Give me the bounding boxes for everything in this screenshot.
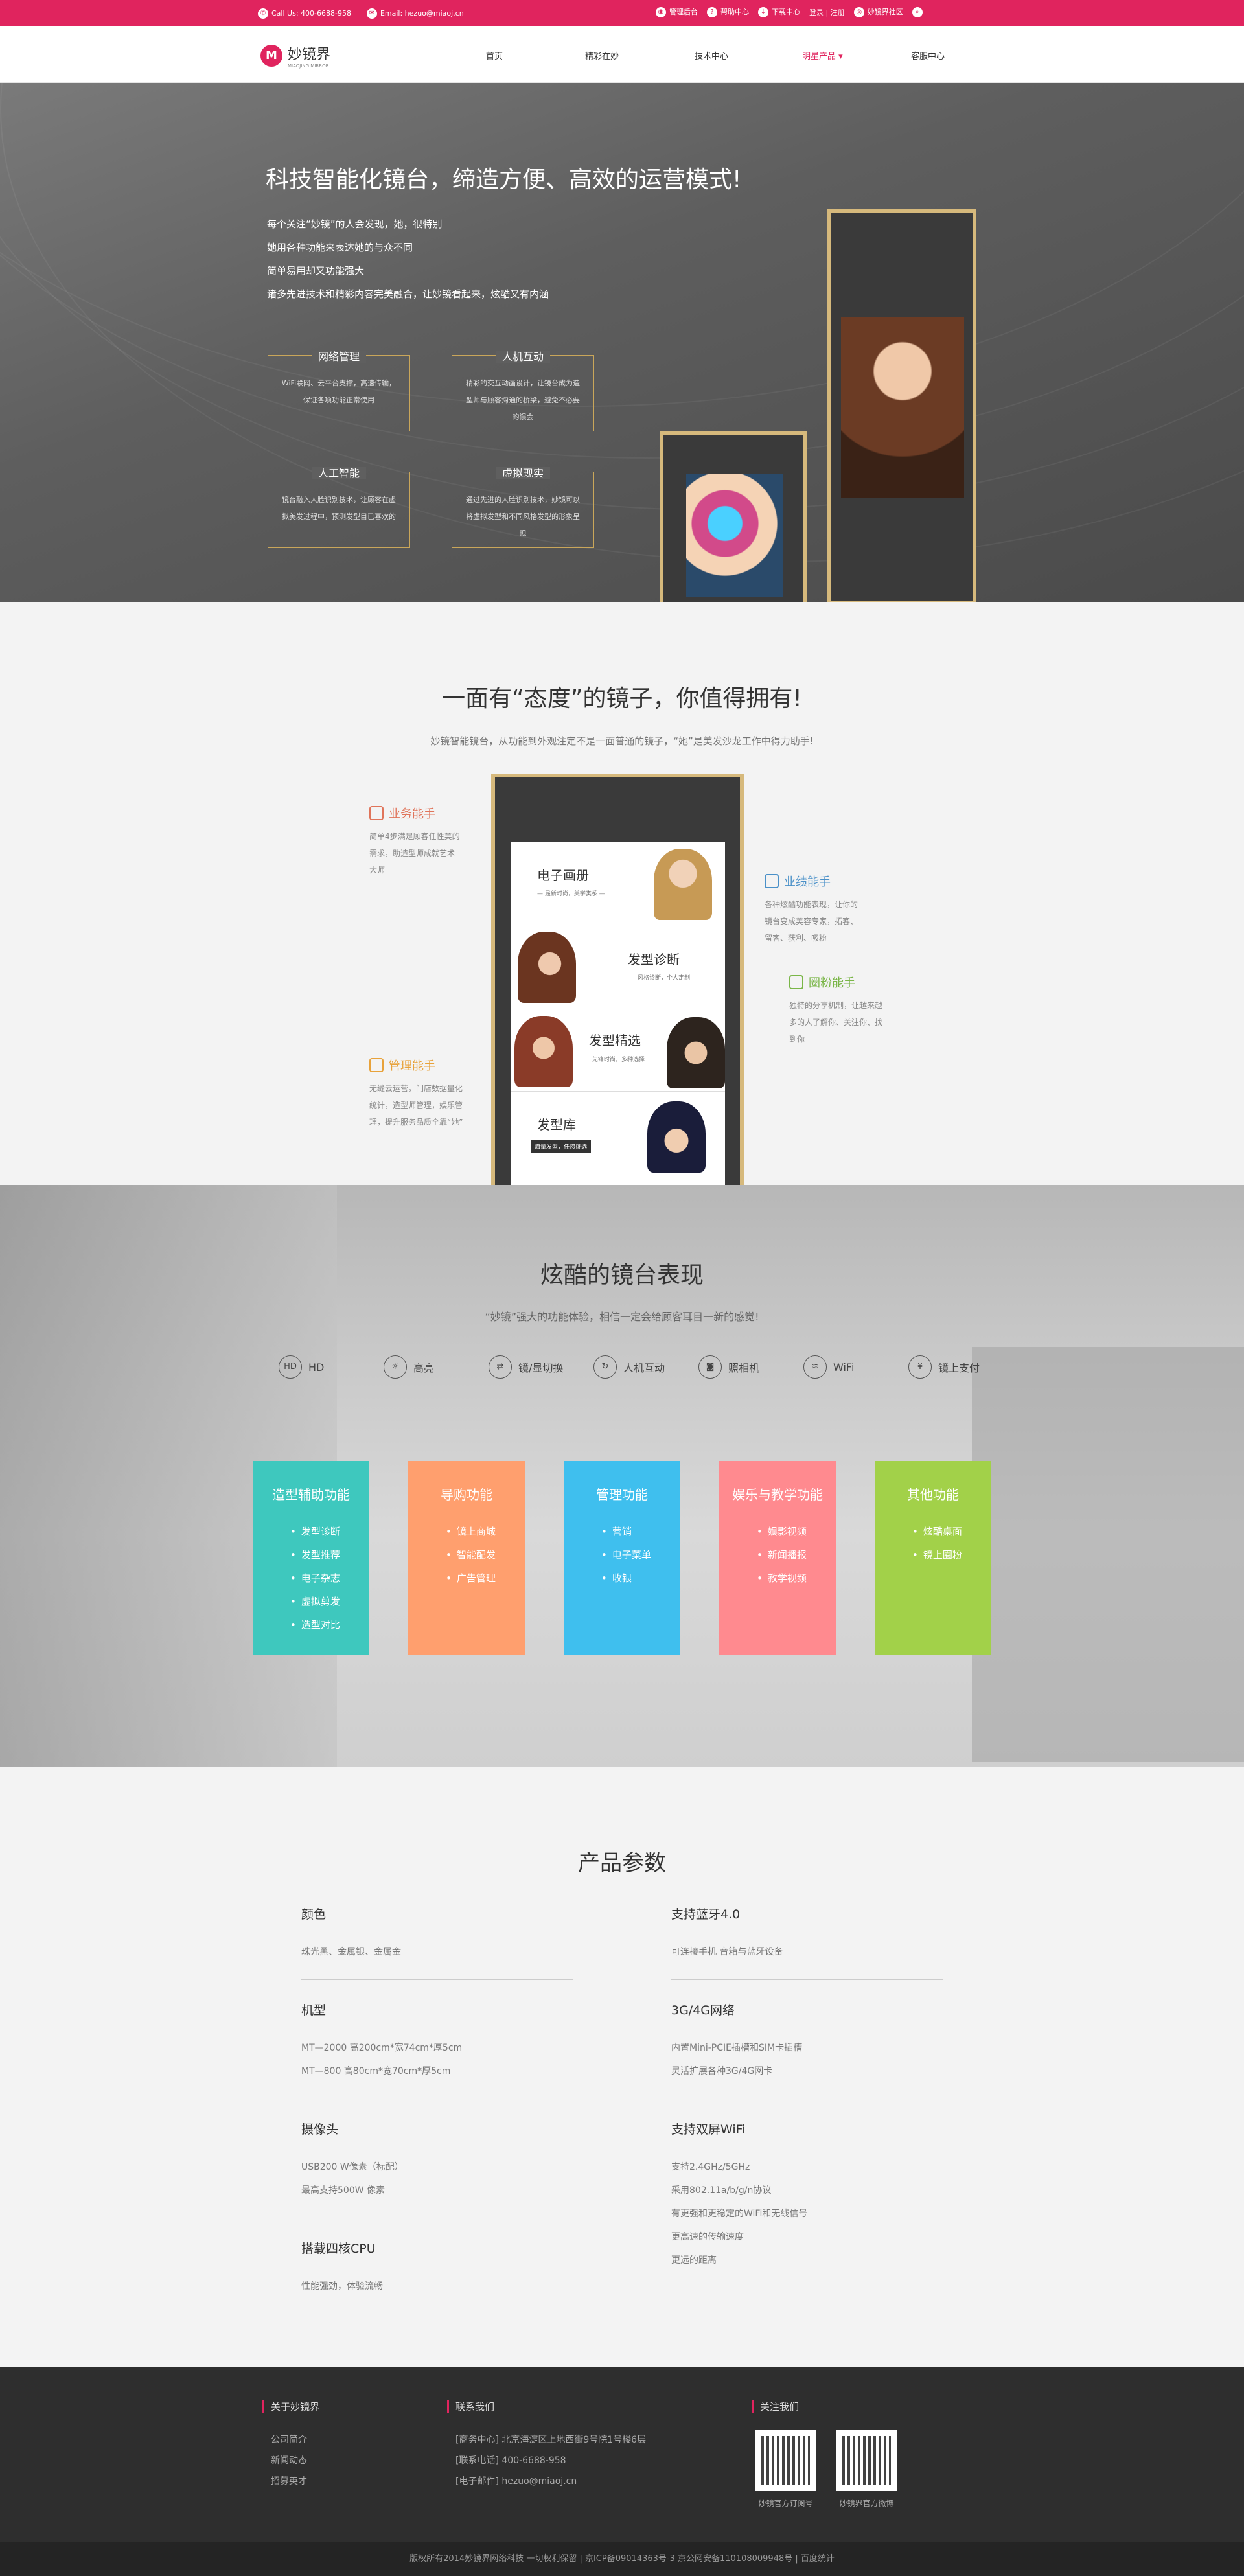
card-entertainment[interactable]: 娱乐与教学功能 娱影视频新闻播报教学视频: [719, 1461, 836, 1655]
feature-hd: HD HD: [279, 1355, 384, 1379]
interaction-icon: ↻: [593, 1355, 617, 1379]
help-link[interactable]: ? 帮助中心: [707, 6, 749, 17]
phone-info: ✆ Call Us: 400-6688-958: [258, 8, 351, 19]
card-other[interactable]: 其他功能 炫酷桌面镜上圈粉: [875, 1461, 991, 1655]
qr-code-subscription: [755, 2430, 816, 2491]
performance-title: 炫酷的镜台表现: [540, 1262, 704, 1289]
card-styling-assist[interactable]: 造型辅助功能 发型诊断发型推荐电子杂志虚拟剪发造型对比: [253, 1461, 369, 1655]
admin-icon: ◉: [656, 7, 666, 17]
param-wifi: 支持双屏WiFi 支持2.4GHz/5GHz 采用802.11a/b/g/n协议 有更…: [671, 2112, 943, 2288]
nav-item-service[interactable]: 客服中心: [911, 49, 945, 62]
feature-wifi: ≋ WiFi: [803, 1355, 908, 1379]
footer-contact: 联系我们 [商务中心] 北京海淀区上地西街9号院1号楼6层 [联系电话] 400…: [447, 2400, 646, 2492]
main-nav: M 妙镜界 MIAOJING MIRROR 首页 精彩在妙 技术中心 明星产品 …: [0, 26, 1244, 108]
feature-business: 业务能手 简单4步满足顾客任性美的需求，助造型师成就艺术大师: [369, 806, 460, 875]
nav-item-products[interactable]: 明星产品 ▾: [802, 49, 843, 62]
feature-switch: ⇄ 镜/显切换: [489, 1355, 593, 1379]
param-color: 颜色 珠光黑、金属银、金属金: [301, 1897, 573, 1980]
attitude-title: 一面有“态度”的镜子，你值得拥有!: [442, 685, 802, 712]
hd-icon: HD: [279, 1355, 302, 1379]
params-section: 产品参数 颜色 珠光黑、金属银、金属金 机型 MT—2000 高200cm*宽74c…: [0, 1767, 1244, 2367]
users-icon: [789, 975, 803, 989]
nav-item-tech[interactable]: 技术中心: [695, 49, 728, 62]
footer-link-company[interactable]: 公司简介: [262, 2430, 319, 2450]
nav-item-highlights[interactable]: 精彩在妙: [585, 49, 619, 62]
card-shopping-guide[interactable]: 导购功能 镜上商城智能配发广告管理: [408, 1461, 525, 1655]
hero-title: 科技智能化镜台，缔造方便、高效的运营模式!: [266, 167, 742, 193]
params-left-column: 颜色 珠光黑、金属银、金属金 机型 MT—2000 高200cm*宽74cm*厚5c…: [301, 1897, 573, 2327]
feature-icons-row: HD HD ☼ 高亮 ⇄ 镜/显切换 ↻ 人机互动 ◙ 照相机 ≋ WiFi ¥ 镜上支付: [279, 1355, 1013, 1379]
community-icon: ◎: [853, 7, 864, 17]
panel-hair-library: 发型库 海量发型，任您挑选: [511, 1095, 725, 1176]
wifi-icon: ≋: [803, 1355, 827, 1379]
params-title: 产品参数: [578, 1850, 666, 1876]
top-bar: ✆ Call Us: 400-6688-958 ✉ Email: hezuo@mia…: [0, 0, 1244, 26]
footer-about: 关于妙镜界 公司简介 新闻动态 招募英才: [262, 2400, 319, 2492]
mirror-screen: 电子画册 — 最新时尚，美学类系 — 发型诊断 风格诊断，个人定制 发型精选 先…: [511, 842, 725, 1195]
panel-hair-diagnosis: 发型诊断 风格诊断，个人定制: [511, 926, 725, 1007]
mirror-large-image: [827, 209, 976, 602]
footer: 关于妙镜界 公司简介 新闻动态 招募英才 联系我们 [商务中心] 北京海淀区上地…: [0, 2367, 1244, 2542]
gear-icon: [369, 1058, 384, 1072]
performance-section: 炫酷的镜台表现 “妙镜”强大的功能体验，相信一定会给顾客耳目一新的感觉! HD H…: [0, 1185, 1244, 1767]
feature-performance: 业绩能手 各种炫酷功能表现，让你的镜台变成美容专家，拓客、留客、获利、吸粉: [765, 874, 858, 943]
camera-icon: ◙: [698, 1355, 722, 1379]
community-link[interactable]: ◎ 妙镜界社区: [853, 6, 903, 17]
switch-icon: ⇄: [489, 1355, 512, 1379]
feature-interaction: ↻ 人机互动: [593, 1355, 698, 1379]
panel-hair-selection: 发型精选 先锋时尚，多种选择: [511, 1011, 725, 1092]
admin-link[interactable]: ◉ 管理后台: [656, 6, 698, 17]
hero-box-network: 网络管理 WiFi联网、云平台支撑，高速传输，保证各项功能正常使用: [268, 351, 410, 431]
login-register-link[interactable]: 登录 | 注册: [809, 7, 845, 17]
param-cpu: 搭载四核CPU 性能强劲，体验流畅: [301, 2231, 573, 2314]
performance-subtitle: “妙镜”强大的功能体验，相信一定会给顾客耳目一新的感觉!: [485, 1311, 759, 1323]
document-icon: [369, 806, 384, 820]
param-network: 3G/4G网络 内置Mini-PCIE插槽和SIM卡插槽 灵活扩展各种3G/4G网卡: [671, 1993, 943, 2099]
mirror-device: 电子画册 — 最新时尚，美学类系 — 发型诊断 风格诊断，个人定制 发型精选 先…: [491, 774, 744, 1195]
qr-code-weibo: [836, 2430, 897, 2491]
phone-icon: ✆: [258, 8, 268, 19]
feature-fans: 圈粉能手 独特的分享机制，让越来越多的人了解你、关注你、找到你: [789, 975, 883, 1044]
mail-icon: ✉: [366, 8, 377, 19]
hero-box-ai: 人工智能 镜台融入人脸识别技术，让顾客在虚拟美发过程中，预测发型目已喜欢的: [268, 467, 410, 548]
hero-box-vr: 虚拟现实 通过先进的人脸识别技术，妙镜可以将虚拟发型和不同风格发型的形象呈现: [452, 467, 594, 548]
params-right-column: 支持蓝牙4.0 可连接手机 音箱与蓝牙设备 3G/4G网络 内置Mini-PCIE插…: [671, 1897, 943, 2301]
payment-icon: ¥: [908, 1355, 932, 1379]
email-info: ✉ Email: hezuo@miaoj.cn: [366, 8, 464, 19]
nav-item-home[interactable]: 首页: [486, 49, 503, 62]
hero-box-interaction: 人机互动 精彩的交互动画设计，让镜台成为造型师与顾客沟通的桥梁，避免不必要的误会: [452, 351, 594, 431]
help-icon: ?: [707, 7, 717, 17]
card-management[interactable]: 管理功能 营销电子菜单收银: [564, 1461, 680, 1655]
param-bluetooth: 支持蓝牙4.0 可连接手机 音箱与蓝牙设备: [671, 1897, 943, 1980]
attitude-section: 一面有“态度”的镜子，你值得拥有! 妙镜智能镜台，从功能到外观注定不是一面普通的…: [0, 602, 1244, 1195]
chart-icon: [765, 874, 779, 888]
search-icon[interactable]: ⌕: [912, 6, 923, 17]
footer-follow: 关注我们 妙镜官方订阅号 妙镜界官方微博: [752, 2400, 897, 2509]
hero-section: 科技智能化镜台，缔造方便、高效的运营模式! 每个关注“妙镜”的人会发现，她，很特…: [0, 83, 1244, 602]
mirror-small-image: [660, 431, 807, 602]
footer-link-jobs[interactable]: 招募英才: [262, 2471, 319, 2492]
brightness-icon: ☼: [384, 1355, 407, 1379]
download-link[interactable]: ↓ 下载中心: [758, 6, 800, 17]
param-camera: 摄像头 USB200 W像素（标配） 最高支持500W 像素: [301, 2112, 573, 2218]
panel-e-album: 电子画册 — 最新时尚，美学类系 —: [511, 842, 725, 923]
copyright-bar: 版权所有2014妙镜界网络科技 一切权利保留 | 京ICP备09014363号-…: [0, 2542, 1244, 2576]
param-model: 机型 MT—2000 高200cm*宽74cm*厚5cm MT—800 高80cm*…: [301, 1993, 573, 2099]
hero-description: 每个关注“妙镜”的人会发现，她，很特别 她用各种功能来表达她的与众不同 简单易用…: [267, 218, 549, 300]
download-icon: ↓: [758, 7, 768, 17]
feature-brightness: ☼ 高亮: [384, 1355, 489, 1379]
feature-management: 管理能手 无缝云运营，门店数据量化统计，造型师管理，娱乐管理，提升服务品质全靠“…: [369, 1058, 463, 1127]
footer-link-news[interactable]: 新闻动态: [262, 2450, 319, 2471]
logo[interactable]: M 妙镜界 MIAOJING MIRROR: [260, 43, 330, 69]
feature-camera: ◙ 照相机: [698, 1355, 803, 1379]
logo-mark-icon: M: [260, 45, 282, 67]
feature-payment: ¥ 镜上支付: [908, 1355, 1013, 1379]
attitude-subtitle: 妙镜智能镜台，从功能到外观注定不是一面普通的镜子，“她”是美发沙龙工作中得力助手…: [430, 735, 814, 747]
